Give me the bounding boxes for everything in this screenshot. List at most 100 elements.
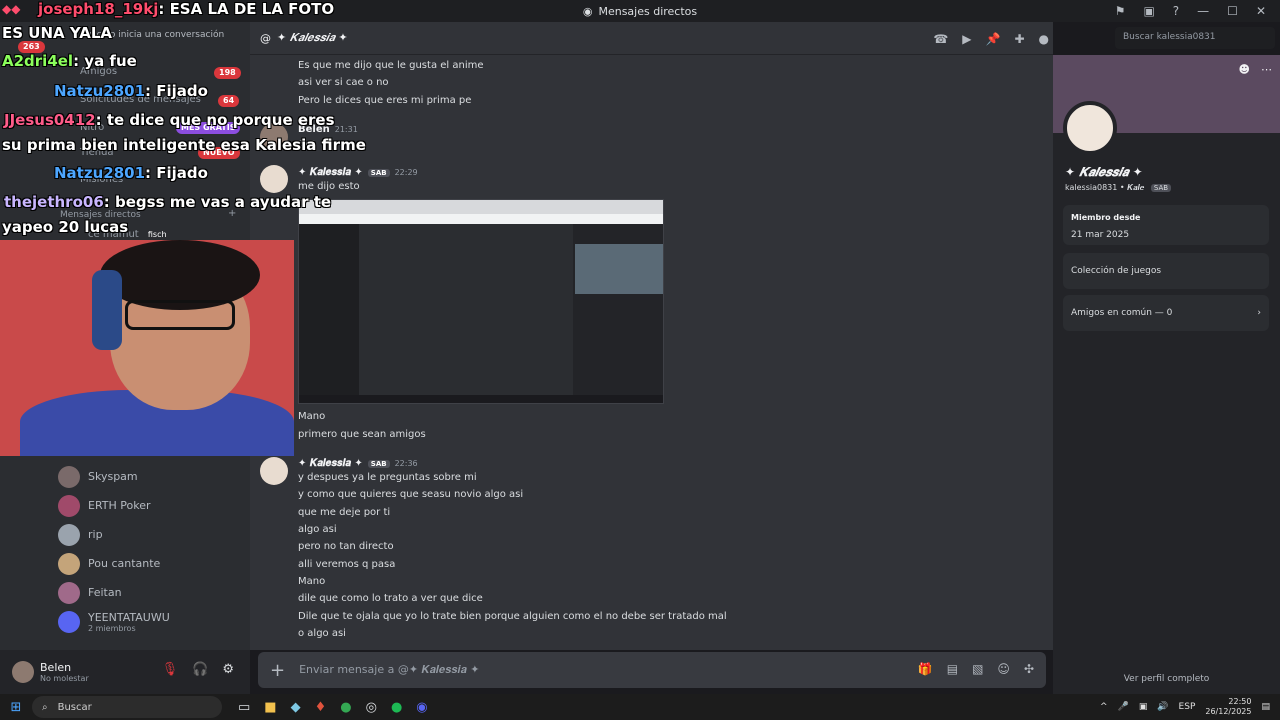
taskbar-search[interactable]: ⌕ Buscar: [32, 696, 222, 718]
emoji-icon[interactable]: ☺: [997, 662, 1010, 676]
mutual-friends-card[interactable]: Amigos en común — 0 ›: [1063, 295, 1269, 331]
stream-chat-line: yapeo 20 lucas: [2, 218, 129, 236]
chat-title: ✦ 𝑲𝒂𝒍𝒆𝒔𝒔𝒊𝒂 ✦: [277, 31, 348, 44]
profile-toggle-icon[interactable]: ●: [1039, 32, 1049, 46]
image-attachment[interactable]: [298, 199, 664, 404]
inbox-icon[interactable]: ⚑: [1115, 4, 1126, 18]
close-button[interactable]: ✕: [1256, 4, 1266, 18]
message-line: o algo asi: [298, 628, 346, 639]
mic-muted-icon[interactable]: 🎙: [162, 662, 179, 677]
message-line: primero que sean amigos: [298, 429, 426, 440]
avatar: [58, 523, 80, 546]
system-tray: ^ 🎤 ▣ 🔊 ESP 22:50 26/12/2025 ▤: [1100, 694, 1270, 720]
pin-icon[interactable]: 📌: [986, 32, 1001, 46]
message-line: que me deje por ti: [298, 507, 391, 518]
profile-panel: ☻ ⋯ ✦ 𝑲𝒂𝒍𝒆𝒔𝒔𝒊𝒂 ✦ kalessia0831 • 𝑲𝒂𝒍𝒆 SAB…: [1053, 55, 1280, 694]
dm-item[interactable]: Feitan: [54, 578, 250, 607]
avatar[interactable]: [260, 457, 288, 485]
plus-icon[interactable]: +: [270, 660, 285, 681]
user-panel: Belen No molestar 🎙 🎧 ⚙: [0, 650, 250, 694]
profile-username: kalessia0831 • 𝑲𝒂𝒍𝒆 SAB: [1065, 183, 1172, 193]
message-line: y despues ya le preguntas sobre mi: [298, 472, 477, 483]
maximize-button[interactable]: ☐: [1227, 4, 1238, 18]
windows-start-icon[interactable]: ⊞: [0, 700, 32, 715]
message-input[interactable]: + Enviar mensaje a @✦ 𝑲𝒂𝒍𝒆𝒔𝒔𝒊𝒂 ✦ 🎁 ▤ ▧ ☺…: [258, 652, 1046, 688]
help-icon[interactable]: ?: [1173, 4, 1179, 18]
notifications-icon[interactable]: ▤: [1261, 702, 1270, 712]
screen-icon[interactable]: ▣: [1143, 4, 1154, 18]
add-friend-icon[interactable]: ☻: [1239, 63, 1250, 76]
clock[interactable]: 22:50 26/12/2025: [1205, 697, 1251, 717]
dm-partial-tag: fisch: [147, 230, 167, 239]
volume-icon[interactable]: 🔊: [1157, 702, 1168, 712]
more-icon[interactable]: ⋯: [1261, 63, 1272, 76]
avatar: [58, 465, 80, 488]
minimize-button[interactable]: —: [1197, 4, 1209, 18]
dm-item-group[interactable]: YEENTATAUWU 2 miembros: [54, 607, 250, 636]
avatar[interactable]: [260, 165, 288, 193]
task-view-icon[interactable]: ▭: [238, 700, 250, 715]
message-line: algo asi: [298, 524, 337, 535]
headphones-muted-icon[interactable]: 🎧: [192, 662, 208, 677]
stream-chat-line: joseph18_19kj: ESA LA DE LA FOTO: [38, 0, 335, 18]
dm-item[interactable]: ERTH Poker: [54, 491, 250, 520]
stream-chat-line: thejethro06: begss me vas a ayudar te: [4, 193, 332, 211]
chat-header: @ ✦ 𝑲𝒂𝒍𝒆𝒔𝒔𝒊𝒂 ✦ ☎ ▶ 📌 ✚ ● Buscar kalessia…: [250, 22, 1275, 55]
discord-icon[interactable]: ◉: [416, 700, 427, 715]
message-line: Dile que te ojala que yo lo trate bien p…: [298, 611, 727, 622]
discord-icon: ◉: [582, 4, 593, 18]
game-collection-card[interactable]: Colección de juegos: [1063, 253, 1269, 289]
gif-icon[interactable]: ▤: [947, 662, 958, 676]
stream-chat-line: A2dri4el: ya fue: [2, 52, 137, 70]
window-controls: ⚑ ▣ ? — ☐ ✕: [1115, 0, 1280, 22]
stream-chat-line: su prima bien inteligente esa Kalesia fi…: [2, 136, 366, 154]
gear-icon[interactable]: ⚙: [222, 662, 234, 677]
profile-avatar[interactable]: [1063, 101, 1117, 155]
view-full-profile-link[interactable]: Ver perfil completo: [1053, 674, 1280, 684]
stream-chat-line: Natzu2801: Fijado: [54, 82, 208, 100]
network-icon[interactable]: ▣: [1139, 702, 1148, 712]
gift-icon[interactable]: 🎁: [918, 662, 933, 676]
app-icon[interactable]: ♦: [315, 700, 327, 715]
window-title: ◉ Mensajes directos: [582, 4, 698, 18]
mic-icon[interactable]: 🎤: [1118, 702, 1129, 712]
message-line: me dijo esto: [298, 181, 360, 192]
message-author: ✦ 𝑲𝒂𝒍𝒆𝒔𝒔𝒊𝒂 ✦ SAB 22:29: [298, 167, 418, 178]
avatar: [58, 494, 80, 517]
spotify-icon[interactable]: ●: [391, 700, 402, 715]
add-friend-icon[interactable]: ✚: [1014, 32, 1024, 46]
call-icon[interactable]: ☎: [933, 32, 948, 46]
file-explorer-icon[interactable]: ■: [264, 700, 276, 715]
video-icon[interactable]: ▶: [962, 32, 971, 46]
dm-item[interactable]: Pou cantante: [54, 549, 250, 578]
dm-item[interactable]: Skyspam: [54, 462, 250, 491]
language-indicator[interactable]: ESP: [1179, 702, 1196, 712]
badge-icon: ◆◆: [2, 2, 21, 16]
sticker-icon[interactable]: ▧: [972, 662, 983, 676]
message-line: Mano: [298, 576, 326, 587]
voice-controls: 🎙 🎧 ⚙: [162, 662, 234, 677]
chat-search-input[interactable]: Buscar kalessia0831: [1115, 27, 1275, 49]
message-line: asi ver si cae o no: [298, 77, 389, 88]
member-since-card: Miembro desde 21 mar 2025: [1063, 205, 1269, 245]
profile-display-name: ✦ 𝑲𝒂𝒍𝒆𝒔𝒔𝒊𝒂 ✦: [1065, 165, 1143, 179]
message-line: pero no tan directo: [298, 541, 394, 552]
message-line: alli veremos q pasa: [298, 559, 396, 570]
friends-badge: 198: [214, 67, 241, 79]
chevron-up-icon[interactable]: ^: [1100, 702, 1108, 712]
app-icon[interactable]: ◆: [291, 700, 301, 715]
avatar[interactable]: [12, 661, 34, 683]
input-tools: 🎁 ▤ ▧ ☺ ✣: [918, 662, 1034, 676]
chevron-right-icon: ›: [1257, 308, 1261, 318]
obs-icon[interactable]: ◎: [366, 700, 377, 715]
webcam-overlay: [0, 240, 294, 456]
dm-item[interactable]: rip: [54, 520, 250, 549]
chrome-icon[interactable]: ●: [340, 700, 351, 715]
profile-tag: SAB: [1150, 184, 1172, 192]
user-status: No molestar: [40, 674, 89, 683]
taskbar: ⊞ ⌕ Buscar ▭ ■ ◆ ♦ ● ◎ ● ◉ ^ 🎤 ▣ 🔊 ESP 2…: [0, 694, 1280, 720]
stream-chat-line: Natzu2801: Fijado: [54, 164, 208, 182]
message-author: ✦ 𝑲𝒂𝒍𝒆𝒔𝒔𝒊𝒂 ✦ SAB 22:36: [298, 458, 418, 469]
apps-icon[interactable]: ✣: [1024, 662, 1034, 676]
message-line: Es que me dijo que le gusta el anime: [298, 60, 484, 71]
